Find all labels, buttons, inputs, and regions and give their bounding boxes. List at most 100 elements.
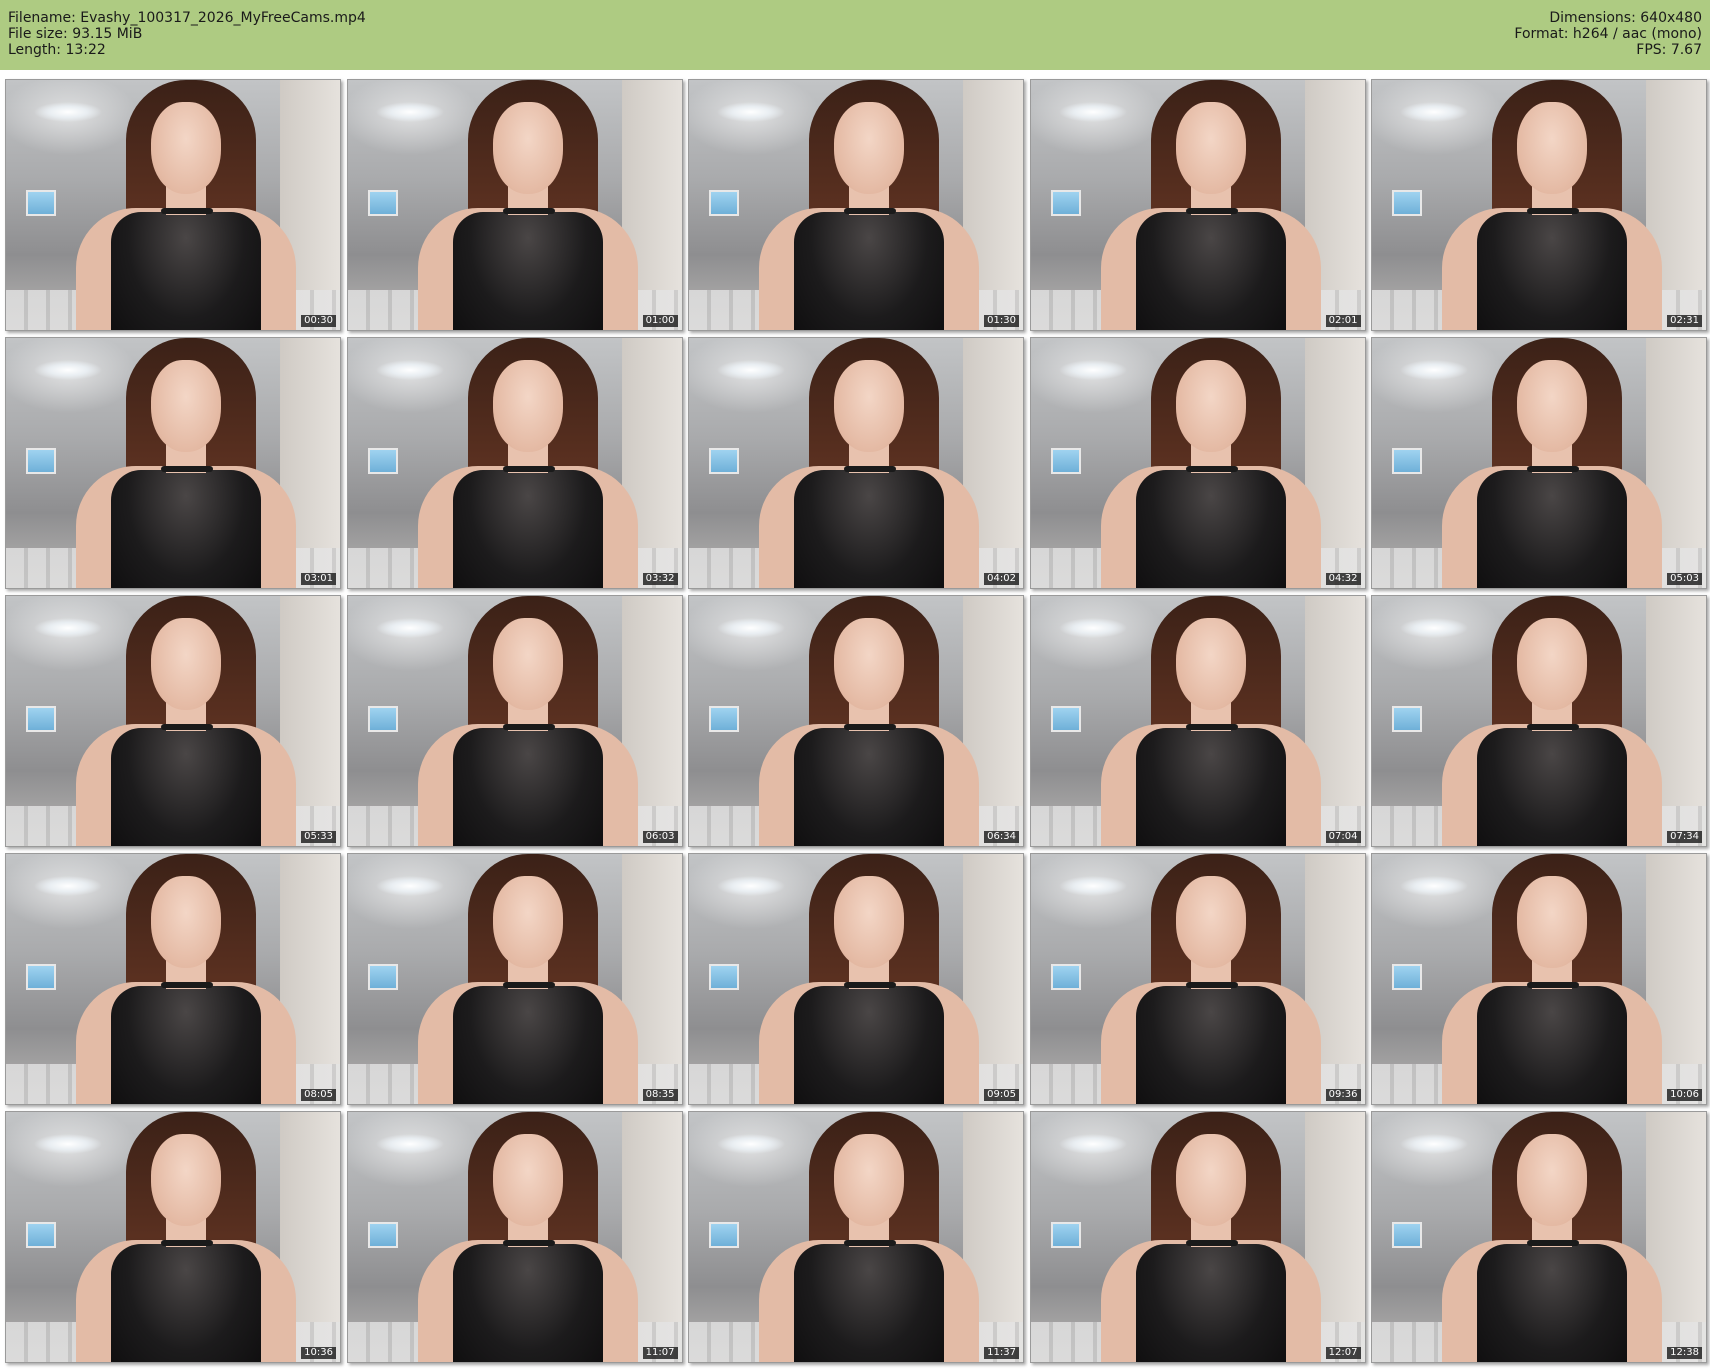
frame-top	[111, 986, 261, 1104]
frame-top	[794, 728, 944, 846]
frame-collar	[502, 982, 555, 988]
video-frame-thumbnail: 06:34	[688, 595, 1024, 847]
frame-top	[1477, 1244, 1627, 1362]
frame-collar	[1185, 724, 1238, 730]
frame-timestamp: 11:37	[984, 1347, 1019, 1359]
video-frame-thumbnail: 12:38	[1371, 1111, 1707, 1363]
frame-win	[26, 1222, 56, 1248]
frame-face	[1517, 102, 1587, 194]
file-info-header: Filename: Evashy_100317_2026_MyFreeCams.…	[0, 0, 1710, 70]
frame-win	[709, 190, 739, 216]
frame-collar	[502, 466, 555, 472]
frame-timestamp: 10:06	[1667, 1089, 1702, 1101]
frame-face	[1175, 360, 1246, 452]
video-frame-thumbnail: 10:36	[5, 1111, 341, 1363]
frame-collar	[1185, 982, 1238, 988]
video-frame-thumbnail: 11:07	[346, 1111, 683, 1363]
video-frame-thumbnail: 03:32	[346, 337, 683, 589]
video-frame-thumbnail: 00:30	[5, 79, 341, 331]
frame-face	[1517, 1134, 1587, 1226]
frame-face	[1175, 618, 1246, 710]
video-frame-thumbnail: 09:05	[688, 853, 1024, 1105]
video-frame-thumbnail: 01:30	[688, 79, 1024, 331]
frame-timestamp: 09:05	[984, 1089, 1019, 1101]
frame-collar	[844, 466, 896, 472]
frame-top	[1135, 986, 1286, 1104]
frame-collar	[844, 1240, 896, 1246]
video-frame-thumbnail: 02:31	[1371, 79, 1707, 331]
frame-timestamp: 05:03	[1667, 573, 1702, 585]
video-frame-thumbnail: 03:01	[5, 337, 341, 589]
frame-collar	[1185, 208, 1238, 214]
frame-face	[834, 1134, 904, 1226]
video-frame-thumbnail: 07:04	[1029, 595, 1366, 847]
frame-win	[1050, 964, 1081, 990]
frame-win	[367, 964, 398, 990]
frame-collar	[502, 1240, 555, 1246]
frame-collar	[1185, 1240, 1238, 1246]
file-info-left: Filename: Evashy_100317_2026_MyFreeCams.…	[8, 10, 366, 58]
frame-timestamp: 00:30	[301, 315, 336, 327]
frame-collar	[844, 724, 896, 730]
frame-face	[834, 360, 904, 452]
frame-top	[794, 1244, 944, 1362]
frame-timestamp: 07:04	[1325, 831, 1361, 843]
filesize-label: File size: 93.15 MiB	[8, 26, 143, 42]
frame-top	[452, 728, 603, 846]
frame-top	[794, 212, 944, 330]
frame-face	[492, 102, 563, 194]
frame-timestamp: 12:38	[1667, 1347, 1702, 1359]
frame-timestamp: 06:03	[642, 831, 678, 843]
frame-timestamp: 07:34	[1667, 831, 1702, 843]
frame-collar	[502, 208, 555, 214]
frame-timestamp: 06:34	[984, 831, 1019, 843]
frame-top	[111, 470, 261, 588]
file-info-right: Dimensions: 640x480 Format: h264 / aac (…	[1514, 10, 1702, 58]
frame-collar	[1527, 208, 1579, 214]
frame-win	[1050, 1222, 1081, 1248]
video-frame-thumbnail: 05:03	[1371, 337, 1707, 589]
video-frame-thumbnail: 10:06	[1371, 853, 1707, 1105]
frame-win	[367, 1222, 398, 1248]
frame-top	[452, 212, 603, 330]
frame-timestamp: 02:31	[1667, 315, 1702, 327]
frame-collar	[161, 1240, 213, 1246]
frame-timestamp: 05:33	[301, 831, 336, 843]
frame-win	[709, 1222, 739, 1248]
frame-timestamp: 08:05	[301, 1089, 336, 1101]
frame-collar	[161, 208, 213, 214]
video-frame-thumbnail: 12:07	[1029, 1111, 1366, 1363]
frame-top	[452, 986, 603, 1104]
frame-face	[1517, 876, 1587, 968]
video-frame-thumbnail: 07:34	[1371, 595, 1707, 847]
frame-timestamp: 10:36	[301, 1347, 336, 1359]
frame-win	[1392, 706, 1422, 732]
frame-collar	[1185, 466, 1238, 472]
frame-face	[1175, 876, 1246, 968]
frame-timestamp: 01:00	[642, 315, 678, 327]
video-frame-thumbnail: 08:35	[346, 853, 683, 1105]
frame-top	[1135, 1244, 1286, 1362]
frame-top	[1477, 986, 1627, 1104]
frame-timestamp: 04:32	[1325, 573, 1361, 585]
video-frame-thumbnail: 04:02	[688, 337, 1024, 589]
frame-top	[794, 986, 944, 1104]
frame-win	[26, 190, 56, 216]
frame-win	[1050, 190, 1081, 216]
frame-face	[834, 618, 904, 710]
frame-timestamp: 02:01	[1325, 315, 1361, 327]
frame-face	[492, 1134, 563, 1226]
dimensions-label: Dimensions: 640x480	[1549, 10, 1702, 26]
frame-collar	[1527, 982, 1579, 988]
frame-win	[26, 448, 56, 474]
video-frame-thumbnail: 04:32	[1029, 337, 1366, 589]
frame-win	[709, 448, 739, 474]
frame-win	[26, 964, 56, 990]
frame-face	[1175, 1134, 1246, 1226]
filename-label: Filename: Evashy_100317_2026_MyFreeCams.…	[8, 10, 366, 26]
video-frame-thumbnail: 09:36	[1029, 853, 1366, 1105]
frame-timestamp: 12:07	[1325, 1347, 1361, 1359]
video-frame-thumbnail: 02:01	[1029, 79, 1366, 331]
frame-win	[26, 706, 56, 732]
frame-face	[492, 360, 563, 452]
